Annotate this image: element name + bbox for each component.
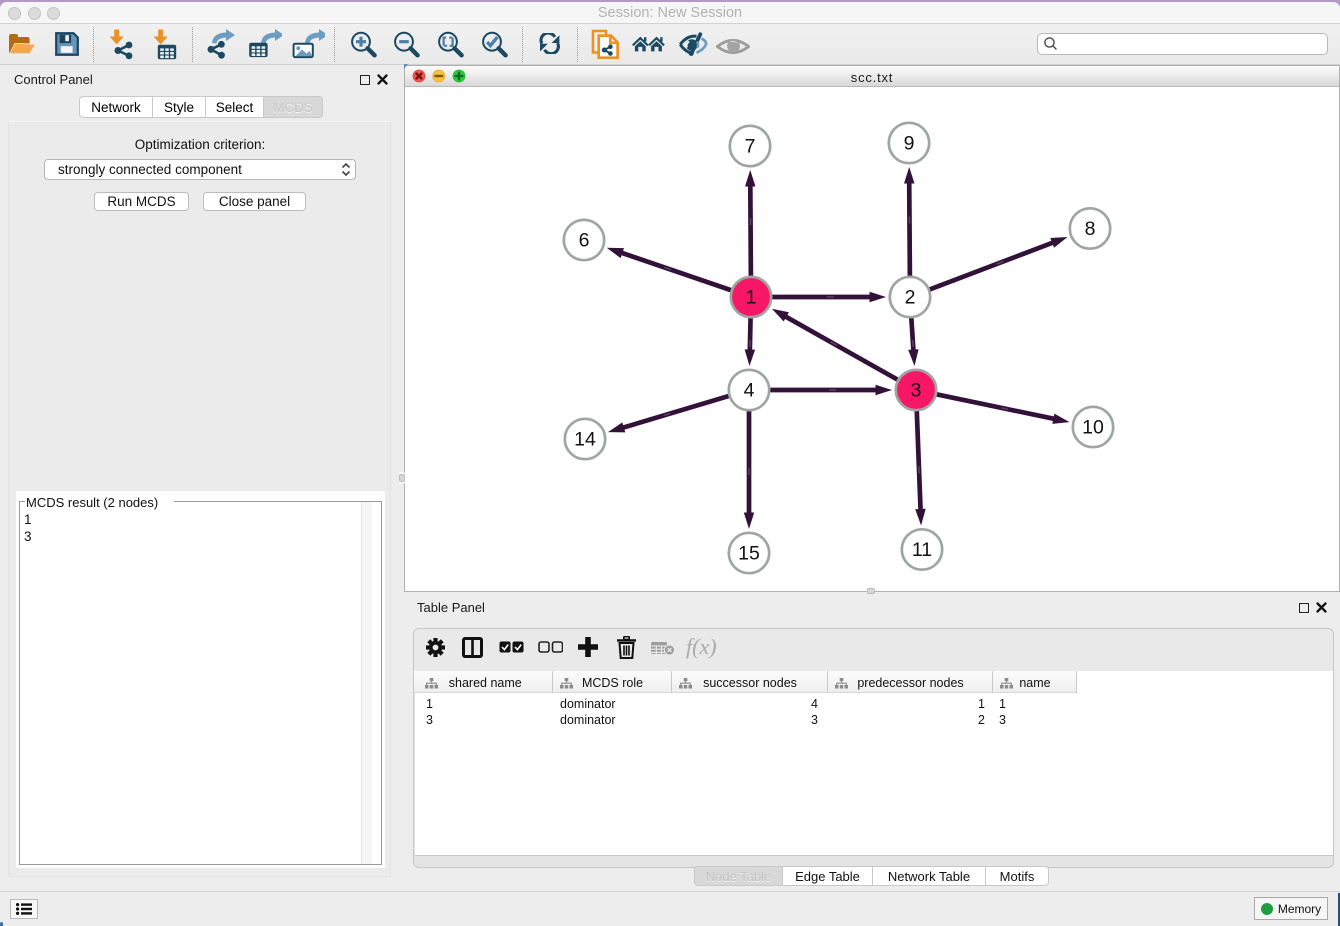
svg-text:6: 6 <box>579 230 590 252</box>
svg-text:8: 8 <box>1085 218 1096 240</box>
svg-text:1: 1 <box>746 287 757 309</box>
svg-text:7: 7 <box>745 136 756 158</box>
svg-text:10: 10 <box>1082 417 1104 439</box>
svg-text:15: 15 <box>738 543 760 565</box>
svg-text:11: 11 <box>912 539 932 561</box>
svg-text:4: 4 <box>744 380 755 402</box>
svg-text:2: 2 <box>905 287 916 309</box>
svg-text:9: 9 <box>904 133 915 155</box>
svg-text:3: 3 <box>911 380 922 402</box>
svg-text:14: 14 <box>574 429 596 451</box>
